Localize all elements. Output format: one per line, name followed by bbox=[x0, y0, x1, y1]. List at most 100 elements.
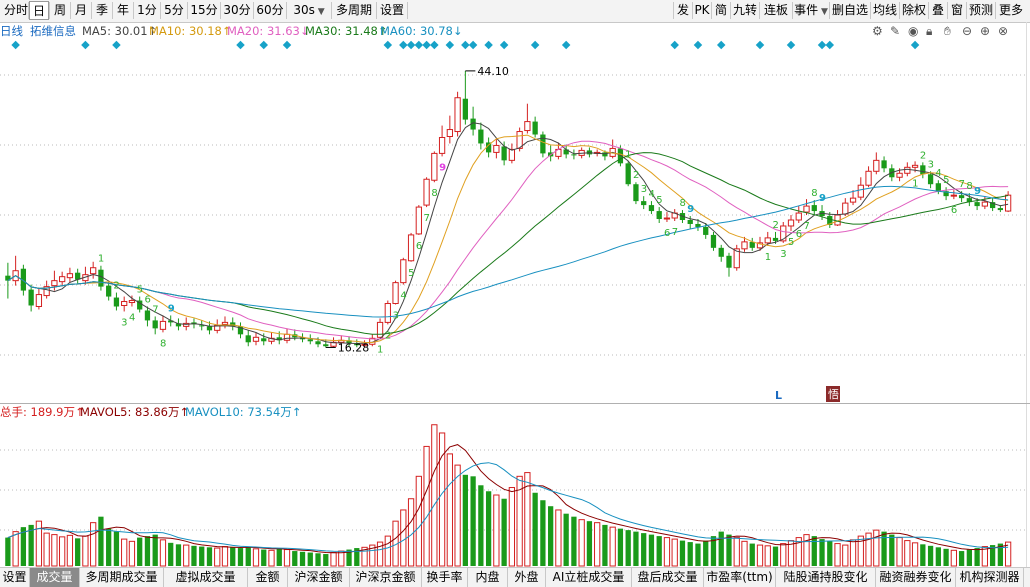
lock-icon[interactable]: 🔒︎ bbox=[926, 23, 932, 39]
toolbar-right-btn-6[interactable]: 删自选 bbox=[830, 1, 870, 20]
indicator-tab-0[interactable]: 设置 bbox=[0, 568, 30, 587]
candle-body-up bbox=[904, 166, 911, 174]
toolbar-right-btn-11[interactable]: 预测 bbox=[967, 1, 995, 20]
candle-body-down bbox=[478, 129, 484, 144]
volume-bar-up bbox=[842, 544, 849, 567]
volume-bar-down bbox=[563, 513, 569, 566]
candle-body-down bbox=[532, 121, 538, 135]
candle-body-up bbox=[35, 294, 43, 307]
candle-body-down bbox=[152, 320, 158, 329]
signal-diamond-marker bbox=[399, 40, 408, 50]
toolbar-btn-8[interactable]: 15分 bbox=[188, 1, 220, 20]
indicator-tab-2[interactable]: 多周期成交量 bbox=[80, 568, 164, 587]
close-icon[interactable]: ⊗ bbox=[998, 23, 1008, 39]
toolbar-right-btn-9[interactable]: 叠 bbox=[929, 1, 947, 20]
toolbar-btn-5[interactable]: 年 bbox=[113, 1, 133, 20]
toolbar-btn-6[interactable]: 1分 bbox=[134, 1, 160, 20]
toolbar-right-btn-0[interactable]: 发 bbox=[674, 1, 692, 20]
stock-name: 拓维信息 bbox=[30, 24, 76, 38]
signal-diamond-marker bbox=[670, 40, 679, 50]
toolbar-btn-3[interactable]: 月 bbox=[71, 1, 91, 20]
toolbar-btn-1[interactable]: 日 bbox=[29, 1, 49, 20]
volume-bar-down bbox=[633, 531, 639, 566]
volume-bar-up bbox=[803, 534, 810, 567]
signal-diamond-marker bbox=[445, 40, 455, 50]
indicator-tab-9[interactable]: 外盘 bbox=[508, 568, 546, 587]
indicator-tab-5[interactable]: 沪深金额 bbox=[288, 568, 350, 587]
pen-icon[interactable]: ✎ bbox=[890, 23, 900, 39]
indicator-tab-12[interactable]: 市盈率(ttm) bbox=[704, 568, 776, 587]
toolbar-btn-11[interactable]: 30s ▼ bbox=[287, 1, 331, 20]
nine-turn-count: 9 bbox=[439, 162, 446, 173]
toolbar-btn-0[interactable]: 分时 bbox=[4, 1, 28, 20]
indicator-tab-7[interactable]: 换手率 bbox=[422, 568, 468, 587]
candle-body-up bbox=[849, 197, 857, 203]
toolbar-right-btn-3[interactable]: 九转 bbox=[731, 1, 759, 20]
signal-diamond-marker bbox=[259, 40, 268, 50]
nine-turn-count: 2 bbox=[633, 170, 639, 181]
indicator-tab-10[interactable]: AI立桩成交量 bbox=[546, 568, 632, 587]
volume-bar-down bbox=[679, 540, 686, 566]
volume-bar-down bbox=[772, 546, 779, 566]
toolbar-btn-13[interactable]: 设置 bbox=[377, 1, 407, 20]
indicator-tab-11[interactable]: 盘后成交量 bbox=[632, 568, 704, 587]
toolbar-btn-7[interactable]: 5分 bbox=[161, 1, 187, 20]
volume-bar-up bbox=[338, 550, 345, 567]
toolbar-right-btn-5[interactable]: 事件 ▼ bbox=[793, 1, 829, 20]
volume-bar-up bbox=[221, 546, 229, 567]
volume-bar-down bbox=[943, 548, 949, 566]
indicator-tab-14[interactable]: 融资融券变化 bbox=[876, 568, 956, 587]
volume-bar-down bbox=[548, 506, 554, 566]
volume-bar-down bbox=[137, 537, 143, 566]
toolbar-right-btn-10[interactable]: 窗 bbox=[948, 1, 966, 20]
candle-body-down bbox=[106, 285, 112, 297]
hand-icon[interactable]: ✋︎ bbox=[944, 23, 951, 39]
toolbar-right-btn-4[interactable]: 连板 bbox=[760, 1, 792, 20]
zoom-out-icon[interactable]: ⊖ bbox=[962, 23, 972, 39]
volume-bar-down bbox=[230, 547, 236, 566]
candle-body-down bbox=[323, 344, 329, 347]
volume-bar-down bbox=[648, 534, 655, 566]
eye-icon[interactable]: ◉ bbox=[908, 23, 918, 39]
price-chart[interactable]: 44.1016.28123 456789123456789123 456 789123… bbox=[0, 40, 1026, 567]
toolbar-right-btn-7[interactable]: 均线 bbox=[871, 1, 899, 20]
nine-turn-count: 7 bbox=[804, 221, 810, 232]
toolbar-btn-4[interactable]: 季 bbox=[92, 1, 112, 20]
toolbar-right-btn-2[interactable]: 简 bbox=[712, 1, 730, 20]
candle-body-up bbox=[873, 159, 880, 172]
indicator-tab-bar: 设置 成交量 多周期成交量 虚拟成交量 金额 沪深金额 沪深京金额 换手率 内盘 外盘 AI立桩成交… bbox=[0, 567, 1030, 587]
volume-bar-up bbox=[128, 540, 136, 567]
toolbar-btn-2[interactable]: 周 bbox=[50, 1, 70, 20]
candle-body-down bbox=[245, 335, 251, 343]
toolbar-right-btn-12[interactable]: 更多 bbox=[996, 1, 1026, 20]
volume-bar-down bbox=[75, 538, 81, 566]
toolbar-right-btn-8[interactable]: 除权 bbox=[900, 1, 928, 20]
candle-body-up bbox=[508, 148, 516, 161]
indicator-tab-1[interactable]: 成交量 bbox=[30, 568, 80, 587]
toolbar-btn-10[interactable]: 60分 bbox=[254, 1, 286, 20]
toolbar-right-btn-1[interactable]: PK bbox=[693, 1, 711, 20]
volume-bar-up bbox=[834, 543, 841, 567]
candle-body-down bbox=[710, 234, 717, 248]
nine-turn-count: 5 bbox=[788, 237, 794, 248]
zoom-in-icon[interactable]: ⊕ bbox=[980, 23, 990, 39]
indicator-tab-8[interactable]: 内盘 bbox=[468, 568, 508, 587]
indicator-tab-13[interactable]: 陆股通持股变化 bbox=[776, 568, 876, 587]
indicator-tab-3[interactable]: 虚拟成交量 bbox=[164, 568, 248, 587]
signal-diamond-marker bbox=[406, 40, 416, 50]
nine-turn-count: 2 bbox=[920, 150, 926, 161]
toolbar-btn-9[interactable]: 30分 bbox=[221, 1, 253, 20]
toolbar-btn-12[interactable]: 多周期 bbox=[332, 1, 376, 20]
indicator-tab-4[interactable]: 金额 bbox=[248, 568, 288, 587]
nine-turn-count: 6 bbox=[951, 205, 957, 216]
indicator-tab-15[interactable]: 机构探测器 bbox=[956, 568, 1024, 587]
nine-turn-count: 3 bbox=[641, 184, 647, 195]
nine-turn-count: 4 bbox=[129, 312, 135, 323]
nine-turn-count: 5 bbox=[137, 285, 143, 296]
indicator-tab-6[interactable]: 沪深京金额 bbox=[350, 568, 422, 587]
signal-diamond-marker bbox=[499, 40, 509, 50]
settings-icon[interactable]: ⚙ bbox=[872, 23, 883, 39]
volume-bar-up bbox=[82, 535, 89, 567]
nine-turn-count: 6 bbox=[416, 241, 422, 252]
volume-bar-up bbox=[283, 549, 291, 567]
